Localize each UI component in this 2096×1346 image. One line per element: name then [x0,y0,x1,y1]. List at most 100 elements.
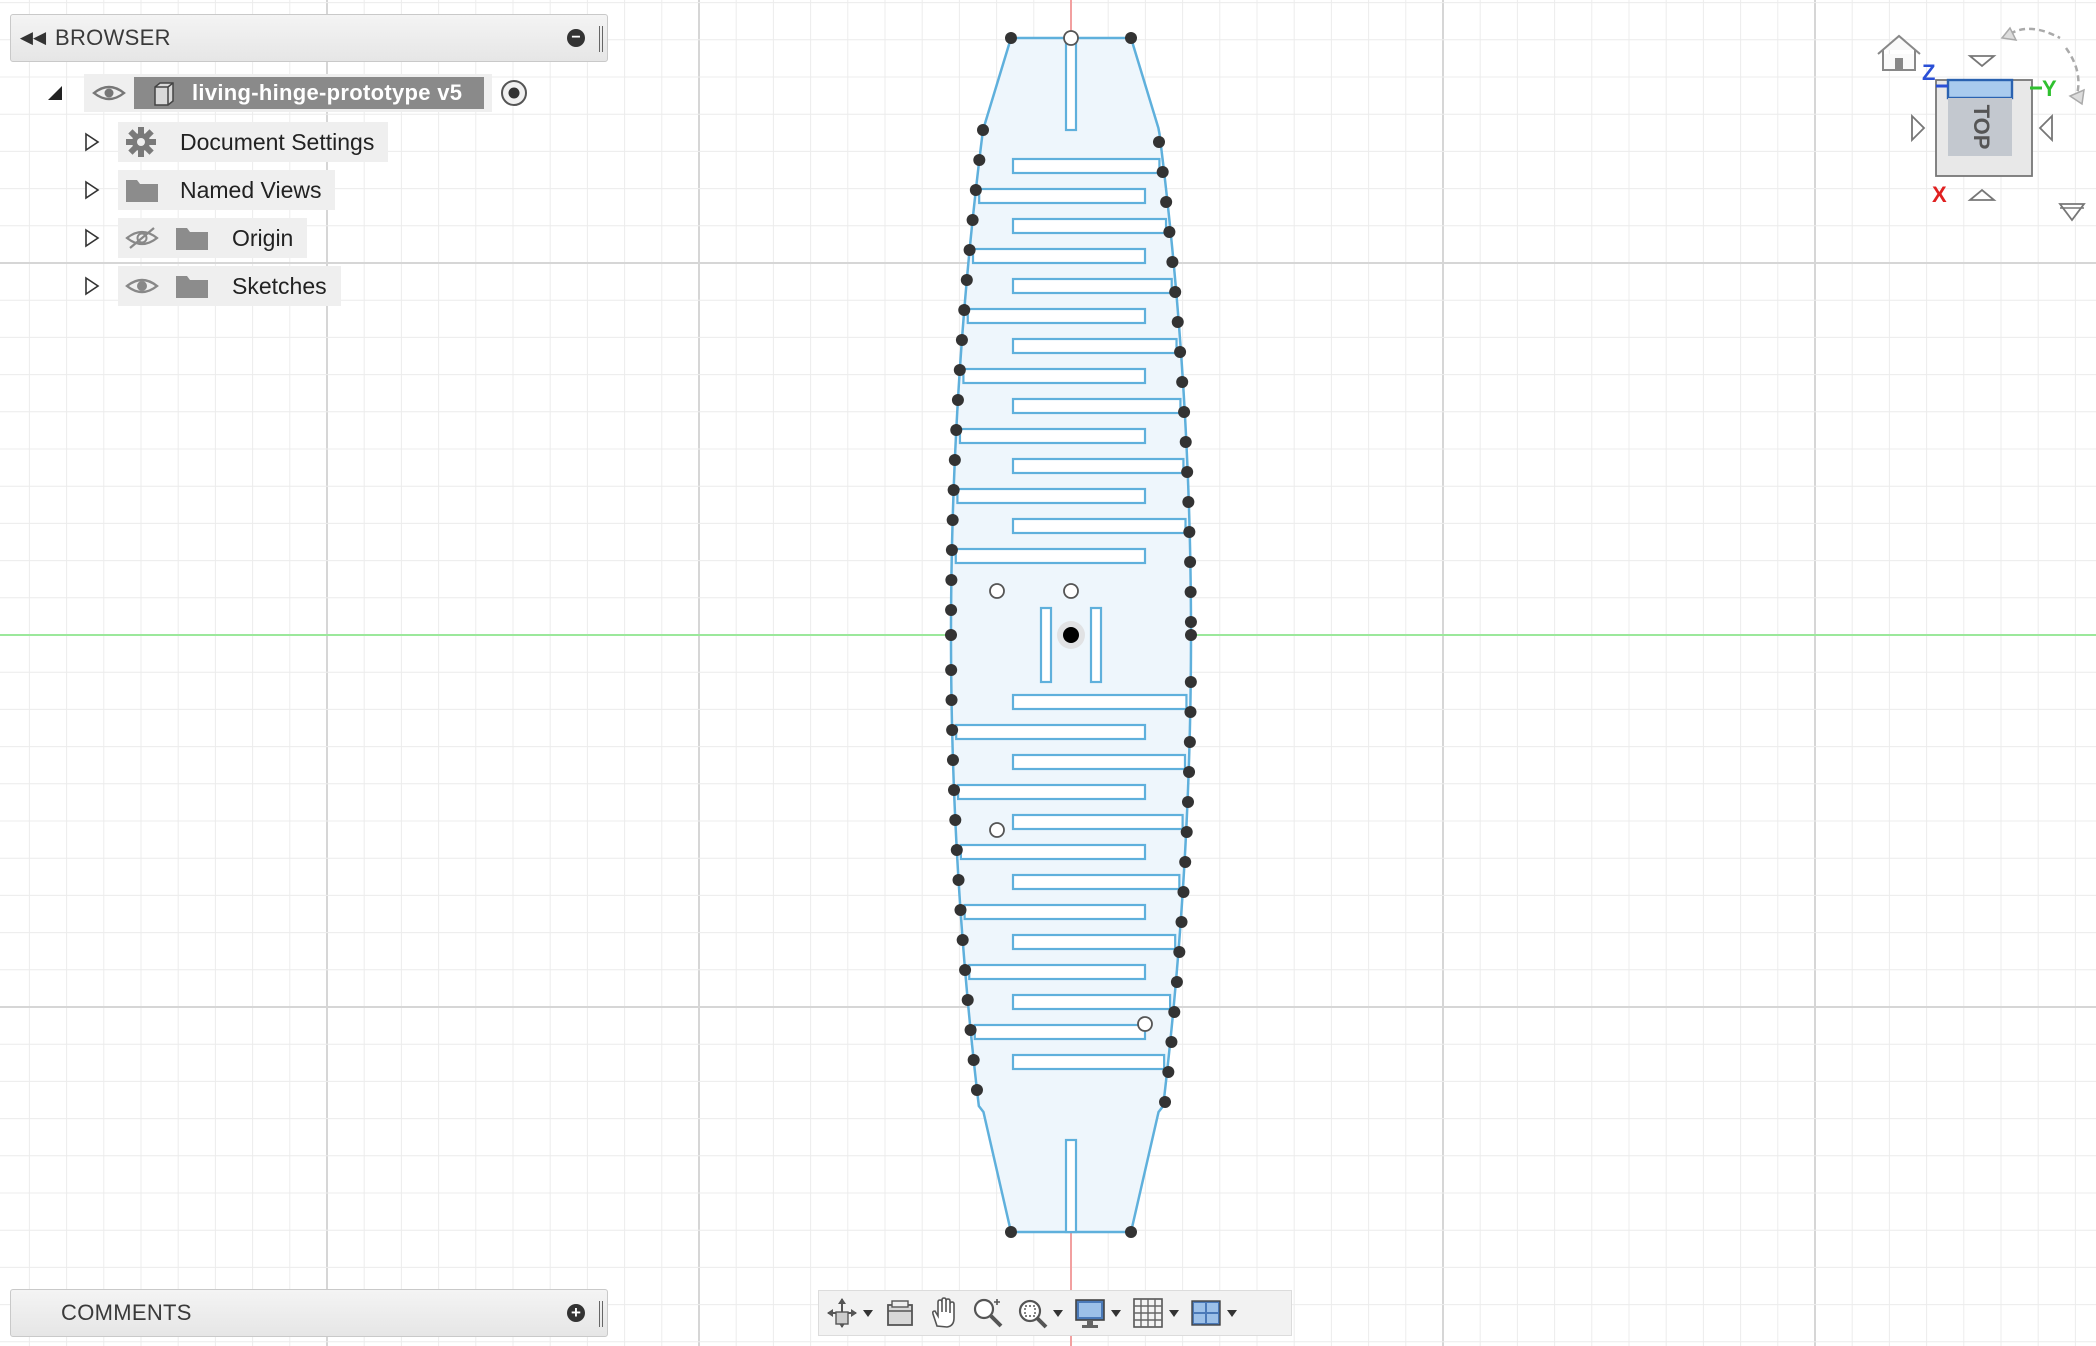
orbit-button[interactable] [825,1293,873,1333]
sketch-point [966,214,979,226]
sketch-point [1176,376,1189,388]
panel-grip-icon[interactable] [599,1301,603,1327]
eye-icon[interactable] [124,273,160,299]
display-settings-button[interactable] [1073,1293,1121,1333]
sketch-point [1183,736,1196,748]
add-comment-button[interactable]: + [567,1304,585,1322]
sketch-point [950,844,963,856]
sketch-point [1170,976,1183,988]
activate-radio-icon[interactable] [498,77,530,109]
view-arrow-down-icon[interactable] [1967,188,1997,201]
sketch-point [1181,796,1194,808]
sketch-point [956,934,969,946]
hinge-slit [956,487,1147,505]
tree-item-named-views[interactable]: Named Views [78,170,336,210]
construction-point [989,583,1005,599]
tree-item-origin[interactable]: Origin [78,218,308,258]
sketch-point [967,1054,980,1066]
orbit-dropdown-icon[interactable] [863,1309,873,1317]
hinge-slit [1011,693,1188,711]
hinge-slit [959,843,1147,861]
sketch-point [1184,586,1197,598]
viewcube[interactable]: TOP Z Y X [1870,18,2086,238]
sketch-point [1174,346,1187,358]
sketch-point [1165,1036,1178,1048]
sketch-point [1005,1226,1017,1238]
component-name[interactable]: living-hinge-prototype v5 [134,77,485,109]
viewports-button[interactable] [1189,1293,1237,1333]
living-hinge-sketch[interactable] [945,30,1197,1238]
grid-dropdown-icon[interactable] [1169,1309,1179,1317]
view-arrow-up-icon[interactable] [1967,55,1997,68]
tree-item-sketches[interactable]: Sketches [78,266,341,306]
display-settings-icon [1075,1299,1105,1328]
cube-face-top[interactable]: TOP [1935,78,2033,177]
sketch-point [952,874,965,886]
hinge-slit [966,307,1147,325]
fit-button[interactable] [1015,1293,1063,1333]
expand-icon[interactable] [78,170,108,210]
pan-button[interactable] [927,1293,961,1333]
sketch-point [1184,556,1197,568]
sketch-point [958,304,971,316]
expand-icon[interactable] [78,218,108,258]
orbit-icon [827,1298,857,1328]
axis-x-label: X [1932,182,1947,207]
sketch-point [954,904,967,916]
expand-icon[interactable] [78,266,108,306]
hinge-slit [1011,873,1181,891]
browser-header: ◀◀ BROWSER − [10,14,608,62]
sketch-point [964,1024,977,1036]
eye-hidden-icon[interactable] [124,225,160,251]
gear-icon [126,127,156,157]
origin-point [1063,627,1079,643]
sketch-point [1160,196,1173,208]
view-arrow-left-icon[interactable] [1911,113,1926,143]
tree-item-document-settings[interactable]: Document Settings [78,122,389,162]
collapse-triangle-icon[interactable] [44,82,66,104]
view-arrow-right-icon[interactable] [2038,113,2053,143]
browser-title: BROWSER [55,25,171,50]
rotate-cw-icon[interactable] [2064,47,2085,106]
display-dropdown-icon[interactable] [1111,1309,1121,1317]
sketch-point [977,124,989,136]
sketch-point [1180,826,1193,838]
grid-settings-button[interactable] [1131,1293,1179,1333]
hinge-slit [1011,993,1172,1011]
sketch-point [946,724,959,736]
look-at-button[interactable] [883,1293,917,1333]
hinge-slit [1011,397,1182,415]
tree-item-label: Origin [232,224,294,251]
rotate-ccw-icon[interactable] [2000,26,2061,41]
hinge-slit [1011,517,1187,535]
hinge-slit [958,427,1147,445]
tree-root[interactable]: living-hinge-prototype v5 [44,73,530,113]
home-icon[interactable] [1877,34,1921,71]
sketch-point [1178,406,1191,418]
sketch-point [1181,466,1194,478]
folder-icon [176,228,208,250]
fit-dropdown-icon[interactable] [1053,1309,1063,1317]
sketch-point [1184,706,1197,718]
end-slot [1064,1138,1078,1234]
construction-point [1063,583,1079,599]
hinge-slit [956,783,1147,801]
construction-point [1137,1016,1153,1032]
panel-grip-icon[interactable] [599,26,603,52]
sketch-point [960,274,973,286]
hinge-slit [1011,753,1187,771]
root-node[interactable]: living-hinge-prototype v5 [84,74,493,112]
eye-icon[interactable] [92,81,126,105]
viewports-dropdown-icon[interactable] [1227,1309,1237,1317]
sketch-point [973,154,986,166]
browser-minimize-button[interactable]: − [567,29,585,47]
hinge-slit [1011,457,1185,475]
viewcube-menu-icon[interactable] [2058,203,2086,222]
hinge-slit [955,723,1147,741]
sketch-point [970,1084,983,1096]
zoom-button[interactable] [971,1293,1005,1333]
expand-icon[interactable] [78,122,108,162]
axis-y-label: Y [2042,76,2057,101]
sketch-point [955,334,968,346]
collapse-panel-icon[interactable]: ◀◀ [11,28,55,48]
